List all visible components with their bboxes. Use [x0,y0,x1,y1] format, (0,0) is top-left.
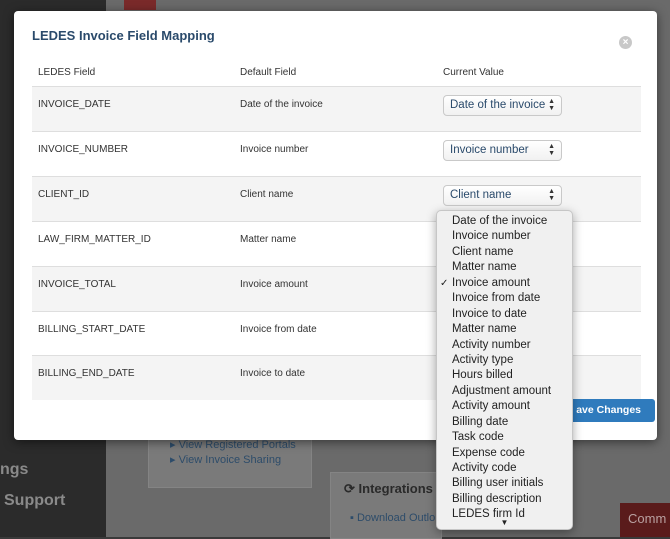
table-row: INVOICE_NUMBER Invoice number Invoice nu… [32,131,641,176]
dropdown-option[interactable]: Invoice from date [437,291,572,306]
checkmark-icon: ✓ [440,277,449,289]
dropdown-option[interactable]: Client name [437,245,572,260]
sidebar-item-settings: ngs [0,461,29,478]
header-default-field: Default Field [240,67,297,78]
dropdown-option-label: Invoice amount [452,276,530,289]
ledes-field-cell: LAW_FIRM_MATTER_ID [38,234,151,245]
ledes-field-cell: INVOICE_TOTAL [38,279,116,290]
dropdown-option-label: Matter name [452,323,517,336]
dropdown-option[interactable]: Activity amount [437,399,572,414]
current-value-select[interactable]: Invoice number ▲ ▼ [443,140,562,161]
header-current-value: Current Value [443,67,504,78]
dropdown-option[interactable]: Expense code [437,446,572,461]
select-value: Date of the invoice [450,99,546,111]
dropdown-option-label: Matter name [452,261,517,274]
dropdown-option[interactable]: Activity type [437,353,572,368]
current-value-dropdown-menu: Date of the invoice Invoice number Client … [436,210,573,530]
current-value-select[interactable]: Client name ▲ ▼ [443,185,562,206]
dropdown-option[interactable]: Date of the invoice [437,214,572,229]
dropdown-option[interactable]: Matter name [437,260,572,275]
dropdown-option-label: Date of the invoice [452,215,548,227]
dropdown-option-label: Activity code [452,462,517,474]
integrations-title: ⟳ Integrations [344,481,433,496]
dropdown-option-label: Billing user initials [452,477,544,490]
dropdown-option[interactable]: Billing user initials [437,476,572,491]
dropdown-option-label: Activity amount [452,400,530,413]
modal-title: LEDES Invoice Field Mapping [32,28,215,43]
download-outlook-link: ▪ Download Outlo [350,512,436,524]
dropdown-option-label: Adjustment amount [452,384,552,397]
dropdown-option-label: Activity number [452,338,531,351]
dropdown-option-label: Activity type [452,353,514,366]
header-ledes-field: LEDES Field [38,67,96,78]
dropdown-option[interactable]: Adjustment amount [437,384,572,399]
current-value-select[interactable]: Date of the invoice ▲ ▼ [443,95,562,116]
dropdown-option[interactable]: ✓ Invoice amount [437,276,572,291]
background-top-badge [124,0,156,10]
dropdown-option[interactable]: Task code [437,430,572,445]
dropdown-option[interactable]: Matter name [437,322,572,337]
ledes-field-cell: BILLING_END_DATE [38,368,135,379]
default-field-cell: Client name [240,189,294,200]
ledes-field-cell: INVOICE_DATE [38,99,111,110]
select-value: Client name [450,189,512,201]
dropdown-option[interactable]: Invoice number [437,229,572,244]
ledes-field-cell: BILLING_START_DATE [38,324,146,335]
default-field-cell: Invoice to date [240,368,306,379]
dropdown-option[interactable]: Activity number [437,338,572,353]
select-value: Invoice number [450,144,529,156]
default-field-cell: Matter name [240,234,297,245]
select-arrows-icon: ▲ ▼ [548,98,555,112]
ledes-field-cell: INVOICE_NUMBER [38,144,129,155]
sidebar-item-support: Support [4,492,66,509]
dropdown-option-label: Hours billed [452,369,513,382]
dropdown-option-label: Billing date [452,415,509,428]
dropdown-option-label: Invoice from date [452,292,541,305]
dropdown-option[interactable]: Invoice to date [437,307,572,322]
select-arrows-icon: ▲ ▼ [548,143,555,157]
dropdown-option[interactable]: Activity code [437,461,572,476]
default-field-cell: Invoice number [240,144,309,155]
dropdown-option-label: Expense code [452,446,525,459]
close-icon[interactable]: × [619,36,632,49]
dropdown-option-label: Task code [452,431,504,444]
select-arrows-icon: ▲ ▼ [548,188,555,202]
dropdown-option-label: Client name [452,245,514,258]
table-row: INVOICE_DATE Date of the invoice Date of… [32,86,641,131]
default-field-cell: Invoice from date [240,324,317,335]
background-comment-button: Comm [620,503,670,537]
dropdown-option-label: Invoice to date [452,307,527,320]
scroll-down-icon[interactable]: ▼ [437,517,572,529]
dropdown-option-label: Billing description [452,492,542,505]
default-field-cell: Invoice amount [240,279,308,290]
view-invoice-sharing-link: ▸ View Invoice Sharing [170,454,282,466]
default-field-cell: Date of the invoice [240,99,323,110]
dropdown-options: Date of the invoice Invoice number Client … [437,211,572,523]
ledes-field-cell: CLIENT_ID [38,189,90,200]
dropdown-option-label: Invoice number [452,230,531,243]
dropdown-option[interactable]: Billing date [437,415,572,430]
dropdown-option[interactable]: Hours billed [437,368,572,383]
dropdown-option[interactable]: Billing description [437,492,572,507]
